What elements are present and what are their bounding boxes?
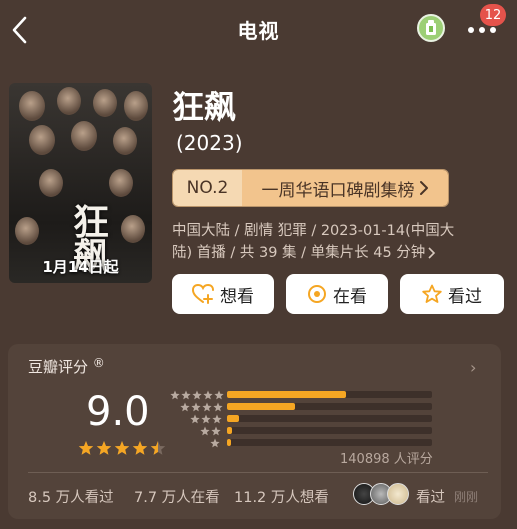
poster-face <box>109 169 133 197</box>
poster-face <box>121 215 145 243</box>
rating-score: 9.0 <box>86 389 150 435</box>
watching-label: 在看 <box>333 286 367 307</box>
distribution-stars <box>200 426 221 436</box>
target-icon <box>308 285 326 303</box>
poster-face <box>71 121 97 151</box>
distribution-bar-fill <box>227 439 231 446</box>
distribution-bar <box>227 427 432 434</box>
rank-number: NO.2 <box>173 170 242 206</box>
small-star-icon <box>210 438 220 448</box>
rating-label: 豆瓣评分 ® <box>28 356 105 377</box>
meta-line: 陆) 首播 / 共 39 集 / 单集片长 45 分钟 <box>172 245 426 261</box>
show-meta[interactable]: 中国大陆 / 剧情 犯罪 / 2023-01-14(中国大 陆) 首播 / 共 … <box>172 220 492 264</box>
distribution-stars <box>180 402 223 412</box>
activity-time: 刚刚 <box>454 490 479 504</box>
small-star-icon <box>203 390 213 400</box>
meta-line: 中国大陆 / 剧情 犯罪 / 2023-01-14(中国大 <box>172 223 455 239</box>
show-title: 狂飙 <box>172 88 237 126</box>
rating-star-icon <box>78 441 94 455</box>
small-star-icon <box>213 402 223 412</box>
distribution-bar-fill <box>227 391 346 398</box>
small-star-icon <box>201 414 211 424</box>
poster-face <box>39 169 63 197</box>
poster-date: 1月14日起 <box>42 258 119 276</box>
small-star-icon <box>200 426 210 436</box>
show-year: (2023) <box>176 131 243 155</box>
distribution-bar <box>227 439 432 446</box>
watched-label: 看过 <box>448 286 482 307</box>
rating-count: 140898 人评分 <box>340 452 433 467</box>
poster-face <box>124 91 148 121</box>
rating-star-icon <box>96 441 112 455</box>
rating-star-icon <box>114 441 130 455</box>
want-to-watch-button[interactable]: 想看 <box>172 274 274 314</box>
divider <box>28 472 488 473</box>
rating-chevron-icon[interactable]: › <box>470 358 476 377</box>
poster-face <box>57 87 81 115</box>
distribution-bar-fill <box>227 415 240 422</box>
distribution-bar-fill <box>227 427 233 434</box>
want-stat: 11.2 万人想看 <box>234 490 329 506</box>
star-outline-icon <box>422 284 442 303</box>
watched-button[interactable]: 看过 <box>400 274 504 314</box>
small-star-icon <box>170 390 180 400</box>
watching-stat: 7.7 万人在看 <box>134 490 220 506</box>
distribution-bar <box>227 391 432 398</box>
registered-mark: ® <box>92 356 105 370</box>
poster-face <box>113 127 137 155</box>
score-stars <box>78 440 166 456</box>
avatar <box>387 483 409 505</box>
chevron-right-icon <box>428 247 436 259</box>
notification-badge: 12 <box>480 4 506 26</box>
small-star-icon <box>190 414 200 424</box>
watching-button[interactable]: 在看 <box>286 274 388 314</box>
watched-stat: 8.5 万人看过 <box>28 490 114 506</box>
want-to-watch-label: 想看 <box>220 286 254 307</box>
poster-face <box>93 89 117 117</box>
small-star-icon <box>211 426 221 436</box>
rank-list-link[interactable]: 一周华语口碑剧集榜 <box>242 170 448 206</box>
poster-face <box>19 91 45 121</box>
small-star-icon <box>214 390 224 400</box>
chevron-right-icon <box>419 181 428 195</box>
rating-star-icon <box>132 441 148 455</box>
small-star-icon <box>191 402 201 412</box>
app-logo-icon <box>426 20 436 35</box>
poster-face <box>29 125 55 155</box>
small-star-icon <box>192 390 202 400</box>
heart-plus-icon <box>192 284 214 304</box>
rank-list-label: 一周华语口碑剧集榜 <box>261 180 415 201</box>
distribution-stars <box>170 390 224 400</box>
distribution-stars <box>210 438 220 448</box>
poster-face <box>15 217 39 245</box>
rank-badge[interactable]: NO.2 一周华语口碑剧集榜 <box>172 169 449 207</box>
top-bar: 电视 12 <box>0 0 517 60</box>
distribution-bar <box>227 415 432 422</box>
small-star-icon <box>180 402 190 412</box>
small-star-icon <box>212 414 222 424</box>
poster-image[interactable]: 狂飙 1月14日起 <box>9 83 152 283</box>
friend-avatars[interactable] <box>353 483 409 505</box>
friend-activity: 看过 <box>416 490 445 506</box>
distribution-bar <box>227 403 432 410</box>
rating-label-text: 豆瓣评分 <box>28 358 89 376</box>
app-icon[interactable] <box>417 14 445 42</box>
small-star-icon <box>181 390 191 400</box>
small-star-icon <box>202 402 212 412</box>
rating-star-icon <box>150 441 166 455</box>
more-icon <box>468 27 496 33</box>
distribution-stars <box>190 414 222 424</box>
distribution-bar-fill <box>227 403 295 410</box>
